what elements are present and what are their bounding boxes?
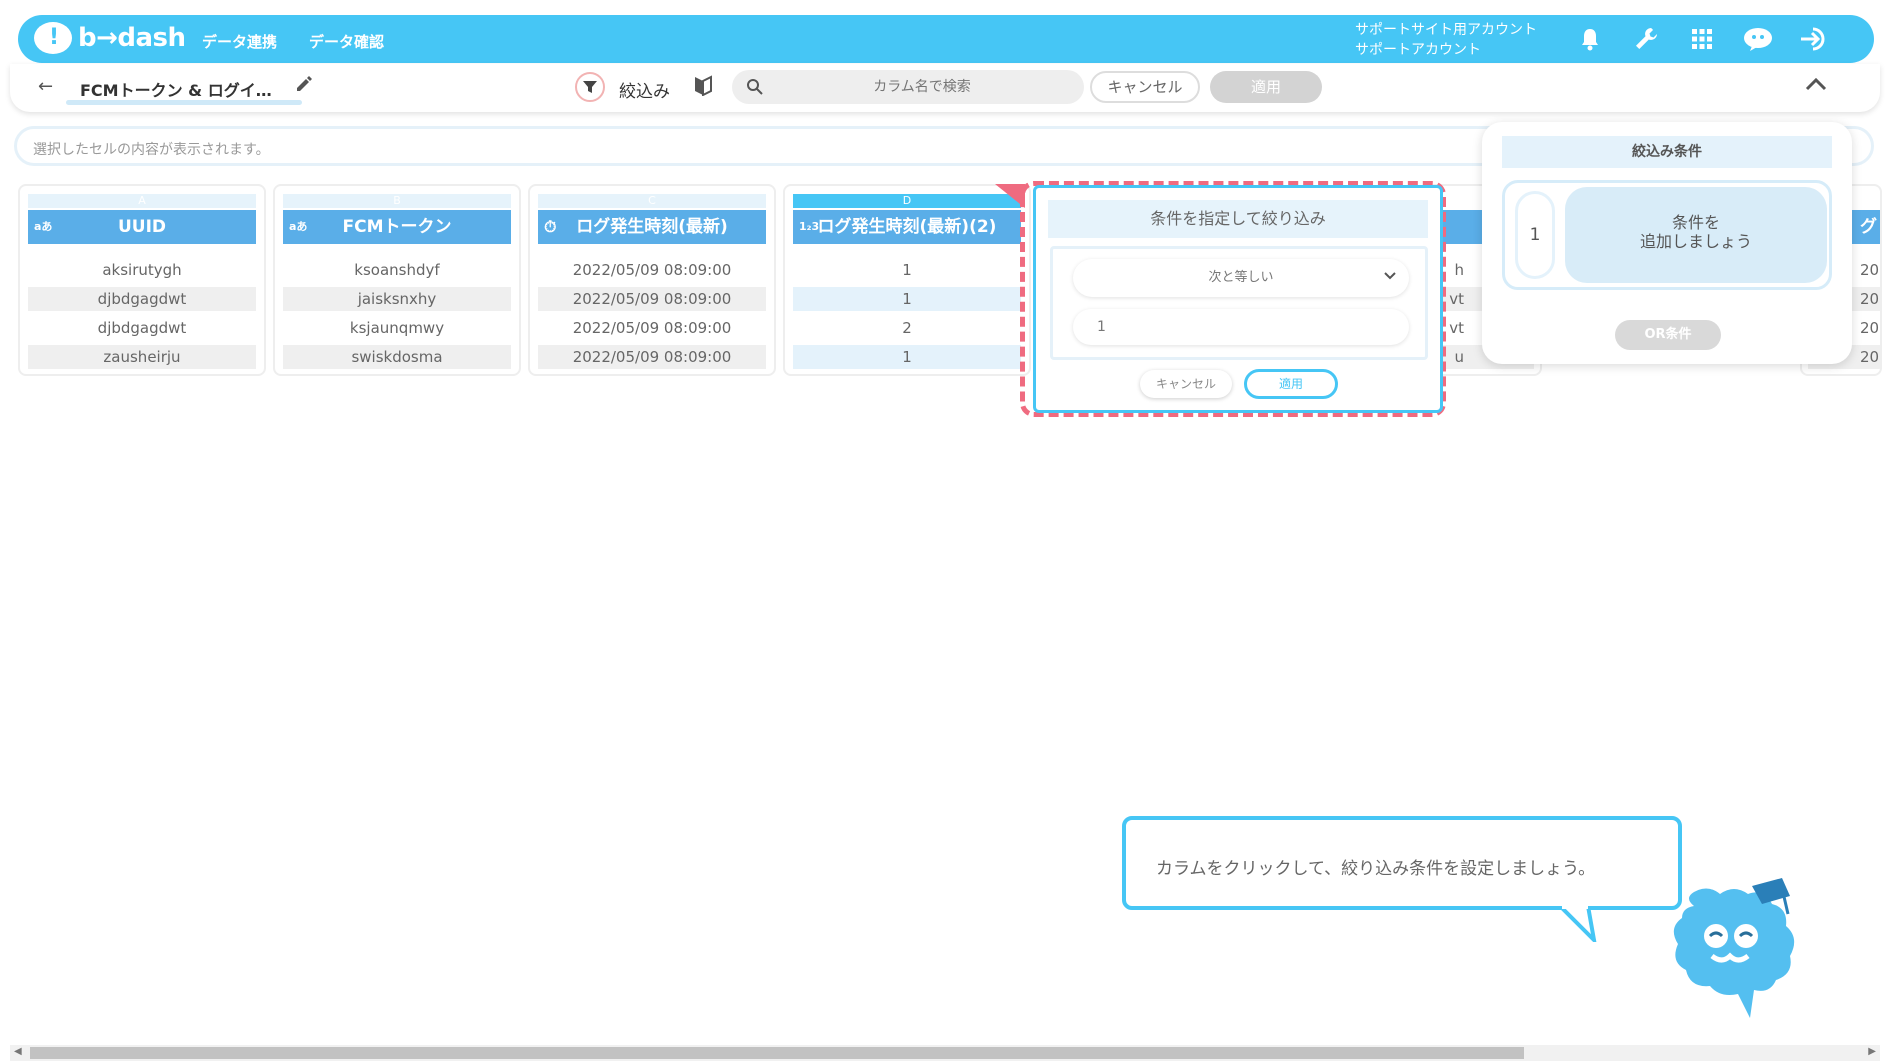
table-cell[interactable]: 1	[793, 287, 1021, 311]
popup-apply-button[interactable]: 適用	[1244, 369, 1338, 399]
account-line2: サポートアカウント	[1355, 42, 1481, 58]
add-condition-line1: 条件を	[1671, 213, 1720, 232]
beginner-mark-icon[interactable]	[694, 74, 712, 100]
table-cell[interactable]: 2	[793, 316, 1021, 340]
scroll-right-icon[interactable]: ▶	[1868, 1046, 1876, 1057]
operator-select[interactable]: 次と等しい	[1073, 259, 1409, 297]
condition-index: 1	[1515, 191, 1555, 279]
apply-button[interactable]: 適用	[1210, 71, 1322, 103]
search-input[interactable]	[772, 70, 1072, 104]
popup-title: 条件を指定して絞り込み	[1048, 200, 1428, 238]
wrench-icon[interactable]	[1630, 23, 1662, 55]
title-underline	[66, 100, 302, 105]
table-cell[interactable]: ksoanshdyf	[283, 258, 511, 282]
table-cell[interactable]: 2022/05/09 08:09:00	[538, 287, 766, 311]
mascot-icon	[1673, 878, 1795, 1018]
nav-data-integration[interactable]: データ連携	[202, 31, 277, 52]
column-letter: C	[538, 194, 766, 208]
logout-icon[interactable]	[1798, 23, 1830, 55]
column-name: UUID	[117, 217, 167, 237]
type-text-icon: aあ	[34, 220, 53, 233]
chevron-down-icon	[1383, 259, 1397, 297]
type-number-icon: 1₂3	[799, 220, 820, 233]
table-cell[interactable]: 2022/05/09 08:09:00	[538, 258, 766, 282]
cell-content-placeholder: 選択したセルの内容が表示されます。	[33, 142, 270, 158]
logo[interactable]: b→dash	[34, 22, 186, 54]
hint-bubble: カラムをクリックして、絞り込み条件を設定しましょう。	[1122, 816, 1682, 910]
column-header[interactable]: aあ UUID	[28, 210, 256, 244]
column-name: ログ発生時刻(最新)(2)	[817, 217, 997, 237]
search-icon	[746, 78, 764, 100]
column-name: FCMトークン	[342, 217, 452, 237]
conditions-title: 絞込み条件	[1502, 136, 1832, 168]
table-cell[interactable]: 2022/05/09 08:09:00	[538, 345, 766, 369]
account-line1: サポートサイト用アカウント	[1355, 22, 1537, 38]
type-text-icon: aあ	[289, 220, 308, 233]
table-cell[interactable]: 2022/05/09 08:09:00	[538, 316, 766, 340]
page-title[interactable]: FCMトークン & ログイ…	[80, 77, 272, 101]
table-cell[interactable]: jaisksnxhy	[283, 287, 511, 311]
chat-icon[interactable]	[1742, 23, 1774, 55]
column-letter: D	[793, 194, 1021, 208]
condition-group: 1 条件を 追加しましょう	[1502, 180, 1832, 290]
scroll-left-icon[interactable]: ◀	[14, 1046, 22, 1057]
chevron-up-icon[interactable]	[1804, 76, 1828, 96]
cancel-button[interactable]: キャンセル	[1090, 71, 1200, 103]
pencil-icon[interactable]	[294, 74, 314, 98]
table-cell[interactable]: aksirutygh	[28, 258, 256, 282]
or-condition-button[interactable]: OR条件	[1615, 320, 1721, 350]
filter-label: 絞込み	[619, 82, 670, 102]
conditions-panel: 絞込み条件 1 条件を 追加しましょう OR条件	[1482, 122, 1852, 364]
bubble-tail	[1560, 906, 1597, 942]
scrollbar-thumb[interactable]	[30, 1047, 1524, 1059]
operator-value: 次と等しい	[1208, 270, 1274, 285]
nav-data-check[interactable]: データ確認	[309, 31, 384, 52]
add-condition-line2: 追加しましょう	[1639, 232, 1752, 251]
toolbar: ← FCMトークン & ログイ… 絞込み キャンセル 適用	[10, 64, 1880, 112]
hint-text: カラムをクリックして、絞り込み条件を設定しましょう。	[1156, 859, 1596, 879]
column-header[interactable]: 1₂3 ログ発生時刻(最新)(2)	[793, 210, 1021, 244]
add-condition-button[interactable]: 条件を 追加しましょう	[1565, 187, 1827, 283]
column-name: ログ発生時刻(最新)	[576, 217, 728, 237]
table-cell[interactable]: djbdgagdwt	[28, 316, 256, 340]
logo-mark	[34, 22, 72, 54]
column-d[interactable]: D 1₂3 ログ発生時刻(最新)(2) 1 1 2 1	[783, 184, 1031, 376]
back-arrow-icon[interactable]: ←	[38, 76, 53, 97]
filter-icon[interactable]	[575, 72, 605, 102]
account-info[interactable]: サポートサイト用アカウント サポートアカウント	[1355, 20, 1537, 60]
table-cell[interactable]: djbdgagdwt	[28, 287, 256, 311]
logo-text: b→dash	[78, 23, 186, 53]
popup-body: 次と等しい	[1050, 246, 1428, 360]
table-cell[interactable]: 1	[793, 258, 1021, 282]
table-cell[interactable]: zausheirju	[28, 345, 256, 369]
column-c[interactable]: C ⏱ ログ発生時刻(最新) 2022/05/09 08:09:00 2022/…	[528, 184, 776, 376]
column-letter: A	[28, 194, 256, 208]
horizontal-scrollbar[interactable]: ◀ ▶	[10, 1045, 1880, 1061]
table-cell[interactable]: swiskdosma	[283, 345, 511, 369]
timer-icon: ⏱	[544, 217, 557, 236]
top-nav: データ連携 データ確認	[202, 31, 384, 52]
grid-icon[interactable]	[1686, 23, 1718, 55]
column-header[interactable]: aあ FCMトークン	[283, 210, 511, 244]
bell-icon[interactable]	[1574, 23, 1606, 55]
header-icons	[1574, 23, 1830, 55]
column-header[interactable]: ⏱ ログ発生時刻(最新)	[538, 210, 766, 244]
top-header: b→dash データ連携 データ確認 サポートサイト用アカウント サポートアカウ…	[18, 15, 1874, 63]
popup-cancel-button[interactable]: キャンセル	[1140, 370, 1232, 398]
column-a[interactable]: A aあ UUID aksirutygh djbdgagdwt djbdgagd…	[18, 184, 266, 376]
column-b[interactable]: B aあ FCMトークン ksoanshdyf jaisksnxhy ksjau…	[273, 184, 521, 376]
filter-popup: 条件を指定して絞り込み 次と等しい キャンセル 適用	[1033, 185, 1443, 413]
column-letter: B	[283, 194, 511, 208]
table-cell[interactable]: 1	[793, 345, 1021, 369]
value-input[interactable]	[1073, 309, 1409, 345]
column-search	[732, 70, 1084, 104]
table-cell[interactable]: ksjaunqmwy	[283, 316, 511, 340]
